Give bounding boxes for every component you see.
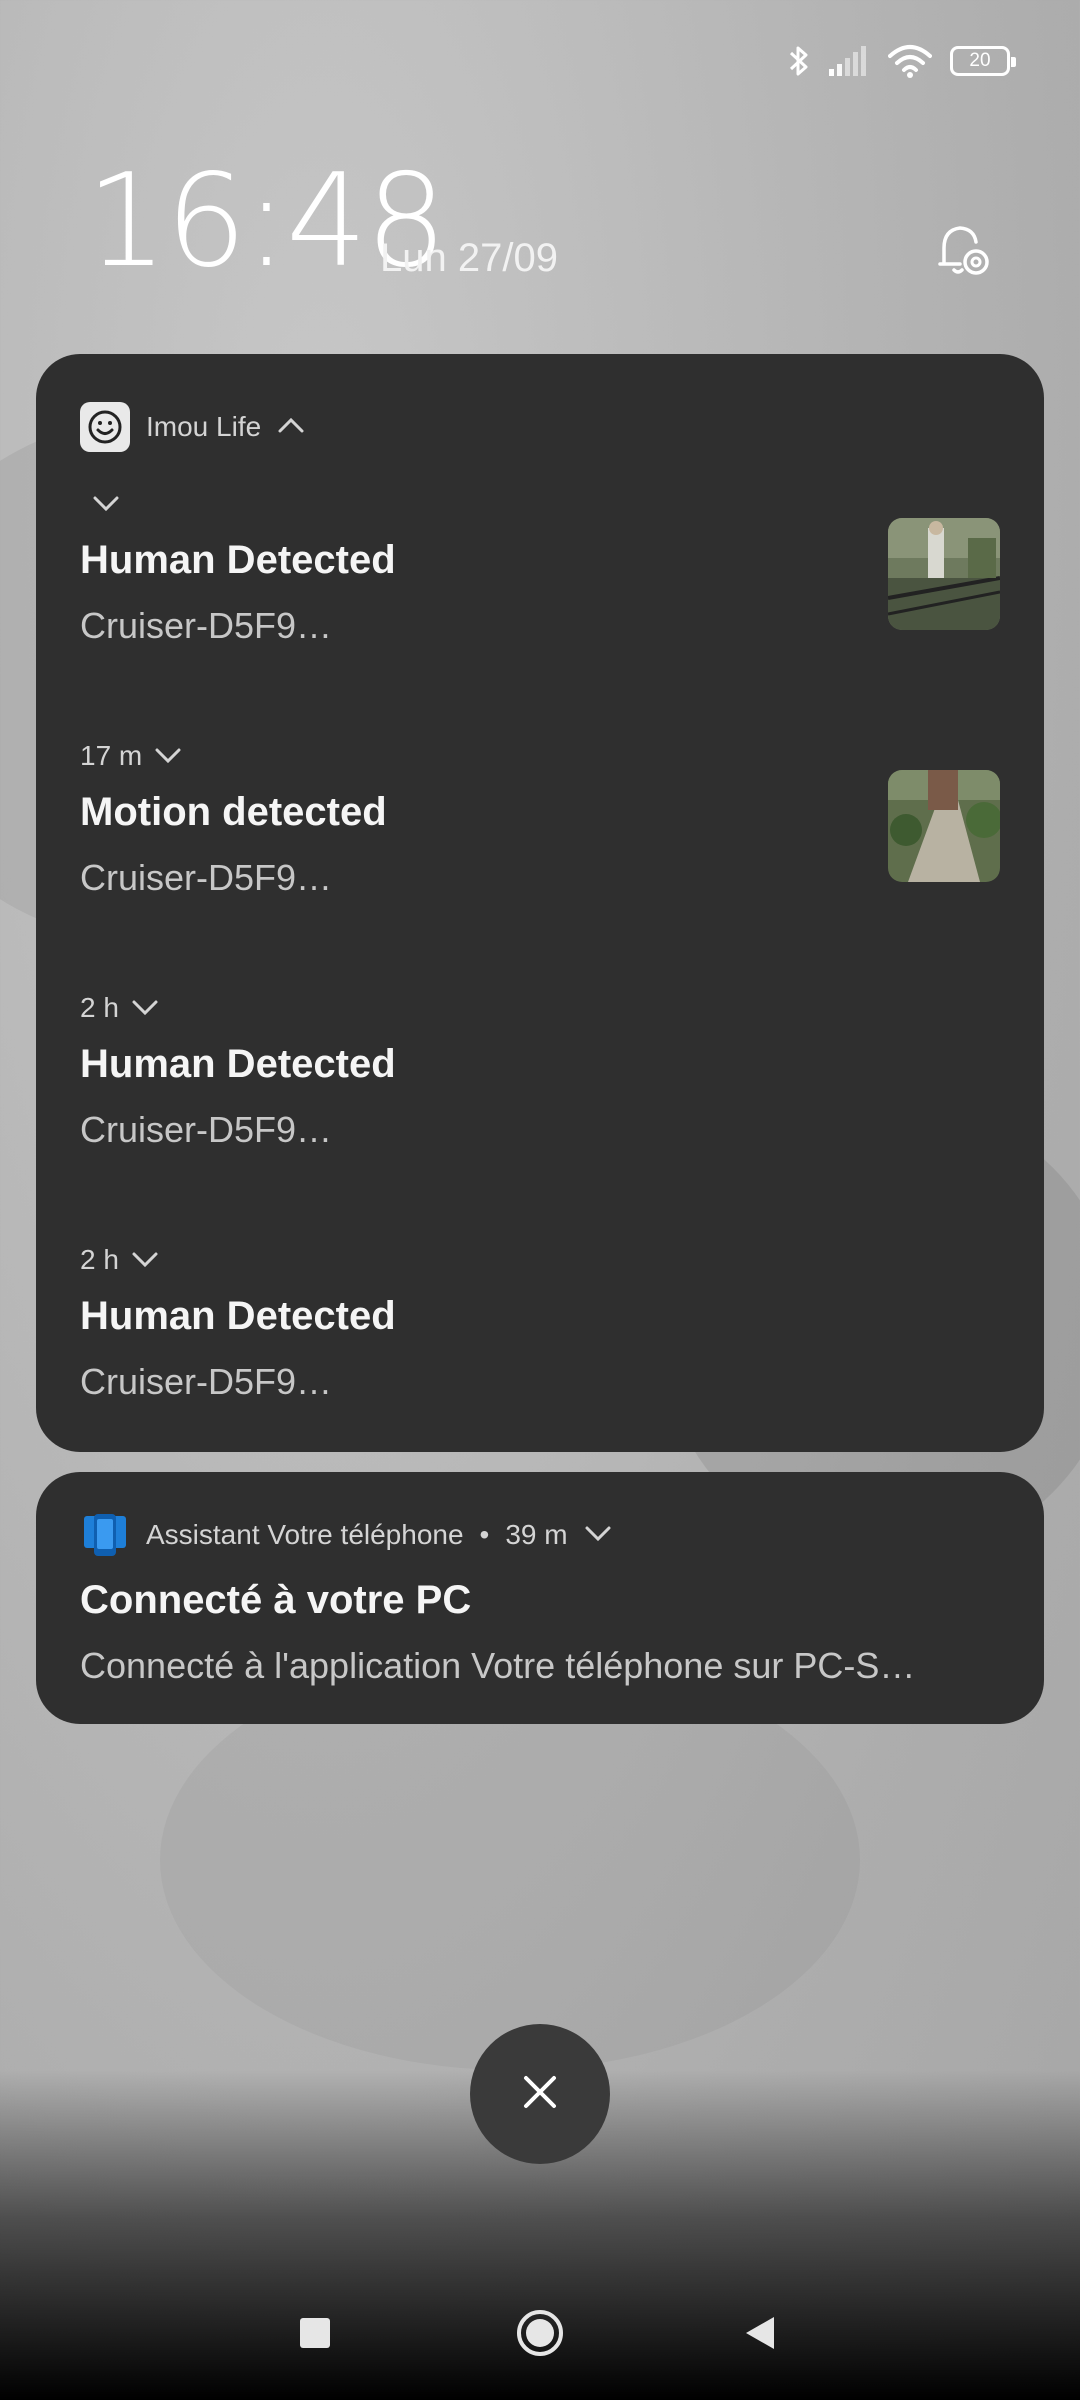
close-icon xyxy=(520,2072,560,2117)
chevron-down-icon[interactable] xyxy=(584,1523,612,1548)
separator-dot: • xyxy=(479,1519,490,1550)
battery-level: 20 xyxy=(969,50,991,71)
notification-item[interactable]: Human Detected Cruiser-D5F9… xyxy=(80,484,1000,647)
notification-item[interactable]: 2 h Human Detected Cruiser-D5F9… xyxy=(80,1240,1000,1403)
chevron-down-icon[interactable] xyxy=(154,740,182,772)
home-button[interactable] xyxy=(495,2290,585,2380)
notification-time: 39 m xyxy=(505,1519,568,1550)
clear-all-button[interactable] xyxy=(470,2024,610,2164)
notification-meta: 2 h xyxy=(80,988,1000,1028)
wifi-icon xyxy=(888,44,932,78)
notification-meta: 2 h xyxy=(80,1240,1000,1280)
camera-thumbnail xyxy=(888,518,1000,630)
phone-link-app-icon xyxy=(80,1510,130,1560)
bluetooth-icon xyxy=(788,43,810,79)
app-header: Assistant Votre téléphone • 39 m xyxy=(80,1510,612,1560)
chevron-down-icon[interactable] xyxy=(92,488,120,520)
back-button[interactable] xyxy=(715,2290,805,2380)
notification-time: 2 h xyxy=(80,1244,119,1275)
notification-item[interactable]: 2 h Human Detected Cruiser-D5F9… xyxy=(80,988,1000,1151)
notification-meta xyxy=(80,484,1000,524)
battery-icon: 20 xyxy=(950,46,1016,76)
imou-notification-group[interactable]: Imou Life Human Detected Cruiser-D5F9… 1… xyxy=(36,354,1044,1452)
phone-link-notification[interactable]: Assistant Votre téléphone • 39 m Connect… xyxy=(36,1472,1044,1724)
notification-settings-icon[interactable] xyxy=(930,218,996,284)
camera-thumbnail xyxy=(888,770,1000,882)
notification-title: Human Detected xyxy=(80,538,396,582)
app-name: Assistant Votre téléphone xyxy=(146,1519,464,1550)
notification-item[interactable]: 17 m Motion detected Cruiser-D5F9… xyxy=(80,736,1000,899)
app-name: Imou Life xyxy=(146,411,262,442)
app-header[interactable]: Imou Life xyxy=(80,402,305,452)
circle-icon xyxy=(515,2308,565,2363)
notification-body: Cruiser-D5F9… xyxy=(80,1361,333,1402)
notification-body: Cruiser-D5F9… xyxy=(80,605,333,646)
status-bar: 20 xyxy=(788,38,1016,84)
notification-body: Cruiser-D5F9… xyxy=(80,857,333,898)
notification-title: Motion detected xyxy=(80,790,387,834)
notification-title: Human Detected xyxy=(80,1042,396,1086)
chevron-up-icon[interactable] xyxy=(277,415,305,440)
chevron-down-icon[interactable] xyxy=(131,992,159,1024)
signal-icon xyxy=(828,45,870,77)
back-triangle-icon xyxy=(742,2314,778,2357)
notification-time: 17 m xyxy=(80,740,143,771)
clock-date: Lun 27/09 xyxy=(380,236,558,280)
notification-meta: 17 m xyxy=(80,736,1000,776)
notification-body: Connecté à l'application Votre téléphone… xyxy=(80,1645,916,1686)
notification-body: Cruiser-D5F9… xyxy=(80,1109,333,1150)
notification-title: Human Detected xyxy=(80,1294,396,1338)
imou-app-icon xyxy=(80,402,130,452)
navigation-bar xyxy=(0,2290,1080,2380)
notification-title: Connecté à votre PC xyxy=(80,1578,472,1622)
chevron-down-icon[interactable] xyxy=(131,1244,159,1276)
recents-button[interactable] xyxy=(270,2290,360,2380)
square-icon xyxy=(298,2316,332,2355)
notification-time: 2 h xyxy=(80,992,119,1023)
